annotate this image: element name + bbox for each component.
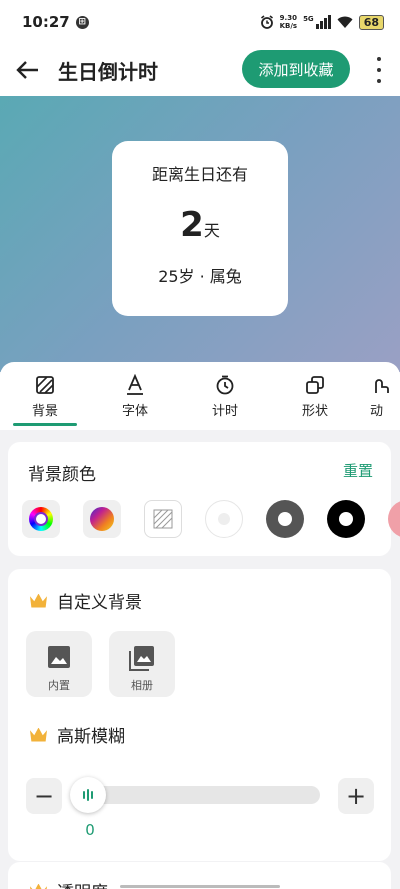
age-zodiac: 25岁 · 属兔 bbox=[158, 267, 242, 286]
blur-slider-track[interactable] bbox=[78, 786, 320, 804]
grip-icon bbox=[83, 789, 93, 801]
animation-icon bbox=[375, 379, 389, 393]
tab-label: 计时 bbox=[211, 404, 238, 419]
page-title: 生日倒计时 bbox=[58, 59, 158, 84]
swatch-pink[interactable] bbox=[388, 500, 400, 538]
blur-title: 高斯模糊 bbox=[57, 727, 125, 747]
builtin-background-button[interactable]: 内置 bbox=[26, 631, 92, 697]
crown-icon bbox=[30, 593, 47, 608]
reset-button[interactable]: 重置 bbox=[343, 460, 373, 481]
app-bar: 生日倒计时 添加到收藏 bbox=[0, 44, 400, 96]
builtin-label: 内置 bbox=[48, 679, 70, 692]
signal-label: 5G bbox=[303, 15, 314, 23]
active-tab-indicator bbox=[13, 423, 77, 426]
background-icon bbox=[36, 376, 54, 394]
opacity-header: 透明度 bbox=[30, 878, 108, 889]
status-time: 10:27 bbox=[22, 13, 70, 31]
blur-increase-button[interactable]: + bbox=[338, 778, 374, 814]
more-vert-icon bbox=[377, 57, 381, 61]
back-button[interactable] bbox=[0, 44, 56, 96]
countdown-preview: 距离生日还有 2天 25岁 · 属兔 bbox=[0, 96, 400, 372]
tab-font[interactable]: 字体 bbox=[90, 362, 180, 430]
countdown-label: 距离生日还有 bbox=[151, 165, 248, 184]
wifi-icon bbox=[337, 16, 353, 28]
opacity-slider-track[interactable] bbox=[120, 885, 280, 888]
color-swatches bbox=[22, 500, 400, 538]
image-icon bbox=[48, 646, 70, 668]
font-icon bbox=[127, 374, 143, 395]
photo-library-icon bbox=[129, 646, 154, 671]
blur-header: 高斯模糊 bbox=[30, 722, 125, 747]
custom-background-panel: 自定义背景 内置 相册 高斯模糊 − 0 + bbox=[8, 569, 391, 861]
custom-background-header: 自定义背景 bbox=[30, 588, 142, 613]
add-to-favorites-button[interactable]: 添加到收藏 bbox=[242, 50, 350, 88]
blur-value: 0 bbox=[85, 821, 95, 839]
signal-icon: 5G bbox=[303, 15, 331, 29]
blur-decrease-button[interactable]: − bbox=[26, 778, 62, 814]
notification-icon: ⊞ bbox=[75, 15, 89, 29]
crown-icon bbox=[30, 727, 47, 742]
background-color-panel: 背景颜色 重置 bbox=[8, 442, 400, 556]
custom-background-title: 自定义背景 bbox=[57, 593, 142, 613]
tab-shape[interactable]: 形状 bbox=[270, 362, 360, 430]
tab-background[interactable]: 背景 bbox=[0, 362, 90, 430]
more-options-button[interactable] bbox=[376, 57, 382, 83]
tab-animation[interactable]: 动 bbox=[360, 362, 400, 430]
alarm-icon bbox=[260, 15, 273, 29]
gradient-icon bbox=[90, 507, 114, 531]
plus-icon: + bbox=[345, 782, 367, 810]
status-bar: 10:27 ⊞ 9.30 KB/s 5G 68 bbox=[0, 0, 400, 44]
arrow-left-icon bbox=[16, 61, 38, 79]
shape-icon bbox=[306, 376, 324, 394]
swatch-gray[interactable] bbox=[266, 500, 304, 538]
editor-tabs: 背景 字体 计时 形状 动 bbox=[0, 362, 400, 430]
tab-timer[interactable]: 计时 bbox=[180, 362, 270, 430]
blur-slider-thumb[interactable] bbox=[70, 777, 106, 813]
crown-icon bbox=[30, 883, 47, 889]
minus-icon: − bbox=[33, 782, 55, 810]
background-color-title: 背景颜色 bbox=[28, 465, 96, 485]
swatch-black[interactable] bbox=[327, 500, 365, 538]
opacity-panel: 透明度 bbox=[8, 862, 391, 889]
battery-indicator: 68 bbox=[358, 14, 384, 30]
album-background-button[interactable]: 相册 bbox=[109, 631, 175, 697]
tab-label: 字体 bbox=[121, 404, 148, 419]
timer-icon bbox=[216, 375, 234, 395]
tab-label: 背景 bbox=[31, 404, 58, 419]
color-wheel-icon bbox=[29, 507, 53, 531]
opacity-title: 透明度 bbox=[57, 878, 108, 889]
countdown-card[interactable]: 距离生日还有 2天 25岁 · 属兔 bbox=[112, 141, 288, 316]
tab-label: 动 bbox=[370, 404, 384, 419]
pattern-icon bbox=[153, 509, 173, 529]
status-right: 9.30 KB/s 5G 68 bbox=[260, 14, 384, 30]
swatch-white[interactable] bbox=[205, 500, 243, 538]
gradient-picker-button[interactable] bbox=[83, 500, 121, 538]
net-speed: 9.30 KB/s bbox=[279, 14, 298, 30]
countdown-days: 2天 bbox=[180, 205, 220, 245]
tab-label: 形状 bbox=[301, 404, 328, 419]
album-label: 相册 bbox=[131, 679, 153, 692]
color-wheel-button[interactable] bbox=[22, 500, 60, 538]
pattern-button[interactable] bbox=[144, 500, 182, 538]
